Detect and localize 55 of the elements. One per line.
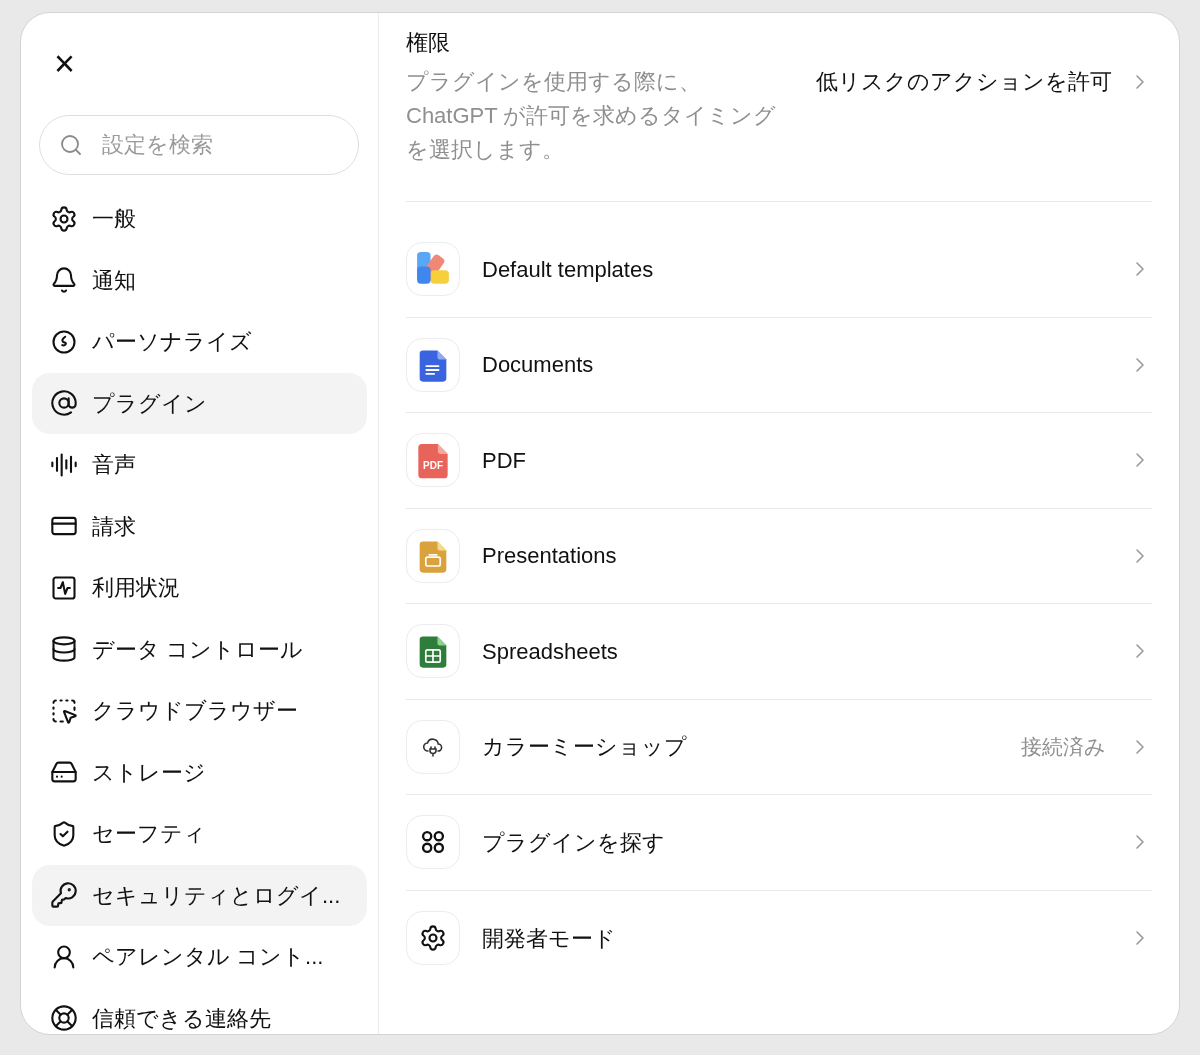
plugin-row[interactable]: PDF PDF bbox=[406, 413, 1152, 509]
sidebar-item[interactable]: 一般 bbox=[32, 188, 367, 249]
plugin-row[interactable]: カラーミーショップ 接続済み bbox=[406, 699, 1152, 795]
presentation-icon bbox=[406, 528, 460, 583]
connection-status: 接続済み bbox=[1021, 734, 1106, 760]
close-button[interactable]: × bbox=[32, 49, 84, 79]
sidebar-item[interactable]: 請求 bbox=[32, 495, 367, 557]
document-icon bbox=[406, 337, 460, 392]
section-title: 権限 bbox=[406, 29, 451, 57]
sidebar-item[interactable]: セキュリティとログイ... bbox=[32, 864, 367, 926]
plugin-row[interactable]: Documents bbox=[406, 317, 1152, 413]
sidebar-item[interactable]: プラグイン bbox=[32, 372, 367, 434]
audio-lines-icon bbox=[50, 450, 78, 479]
at-sign-icon bbox=[50, 389, 78, 417]
pointer-square-icon bbox=[50, 696, 78, 725]
key-icon bbox=[50, 881, 78, 909]
plugin-row[interactable]: プラグインを探す bbox=[406, 795, 1152, 891]
sidebar-item[interactable]: セーフティ bbox=[32, 803, 367, 864]
section-description: プラグインを使用する際に、ChatGPT が許可を求めるタイミングを選択します。 bbox=[406, 68, 778, 164]
cloud-plug-icon bbox=[406, 719, 460, 774]
pdf-icon-label: PDF bbox=[423, 461, 443, 472]
sidebar-item[interactable]: 通知 bbox=[32, 249, 367, 311]
sidebar-item[interactable]: 利用状況 bbox=[32, 557, 367, 618]
plugin-name: Spreadsheets bbox=[482, 637, 618, 666]
plugin-name: 開発者モード bbox=[482, 924, 616, 953]
search-icon bbox=[59, 133, 83, 157]
search-field[interactable]: 設定を検索 bbox=[39, 115, 359, 175]
sidebar-item[interactable]: パーソナライズ bbox=[32, 311, 367, 372]
templates-icon bbox=[406, 242, 460, 297]
gear-icon bbox=[406, 911, 460, 966]
plugin-row[interactable]: Default templates bbox=[406, 222, 1152, 318]
plugin-name: PDF bbox=[482, 446, 526, 475]
sidebar-item[interactable]: 信頼できる連絡先 bbox=[32, 987, 367, 1034]
plugin-name: Documents bbox=[482, 351, 594, 380]
sidebar-item[interactable]: クラウドブラウザー bbox=[32, 680, 367, 741]
chart-square-icon bbox=[50, 573, 78, 602]
swirl-circle-icon bbox=[50, 327, 78, 356]
sidebar-item[interactable]: ペアレンタル コント... bbox=[32, 926, 367, 987]
plugin-name: プラグインを探す bbox=[482, 828, 665, 857]
plugin-name: Default templates bbox=[482, 255, 654, 284]
plugin-row[interactable]: 開発者モード bbox=[406, 890, 1152, 986]
sidebar-item[interactable]: 音声 bbox=[32, 434, 367, 495]
plugin-name: Presentations bbox=[482, 542, 617, 571]
database-icon bbox=[50, 635, 78, 663]
plugin-row[interactable]: Spreadsheets bbox=[406, 604, 1152, 700]
bell-icon bbox=[50, 266, 78, 294]
permission-select[interactable]: 低リスクのアクションを許可 bbox=[816, 65, 1152, 98]
sidebar-item[interactable]: データ コントロール bbox=[32, 618, 367, 680]
sidebar-item[interactable]: ストレージ bbox=[32, 741, 367, 803]
lifebuoy-icon bbox=[50, 1004, 78, 1032]
spreadsheet-icon bbox=[406, 624, 460, 679]
gear-icon bbox=[50, 204, 78, 233]
plugin-row[interactable]: Presentations bbox=[406, 508, 1152, 604]
plugin-name: カラーミーショップ bbox=[482, 733, 687, 762]
four-circles-icon bbox=[406, 815, 460, 870]
